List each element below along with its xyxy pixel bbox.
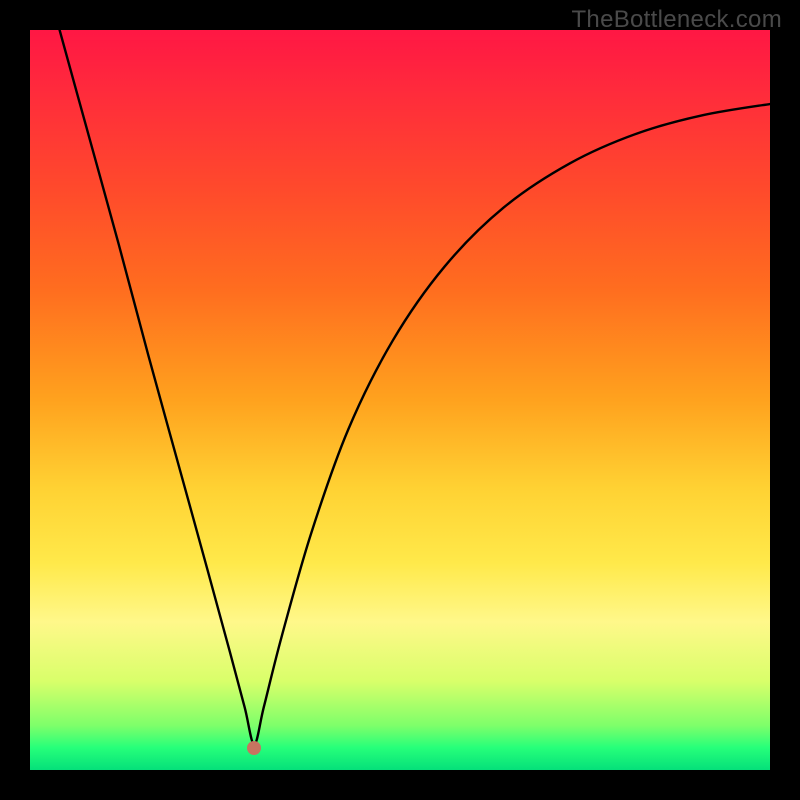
bottleneck-curve-path <box>60 30 770 744</box>
watermark-label: TheBottleneck.com <box>571 6 782 34</box>
curve-svg <box>30 30 770 770</box>
minimum-marker <box>247 741 261 755</box>
